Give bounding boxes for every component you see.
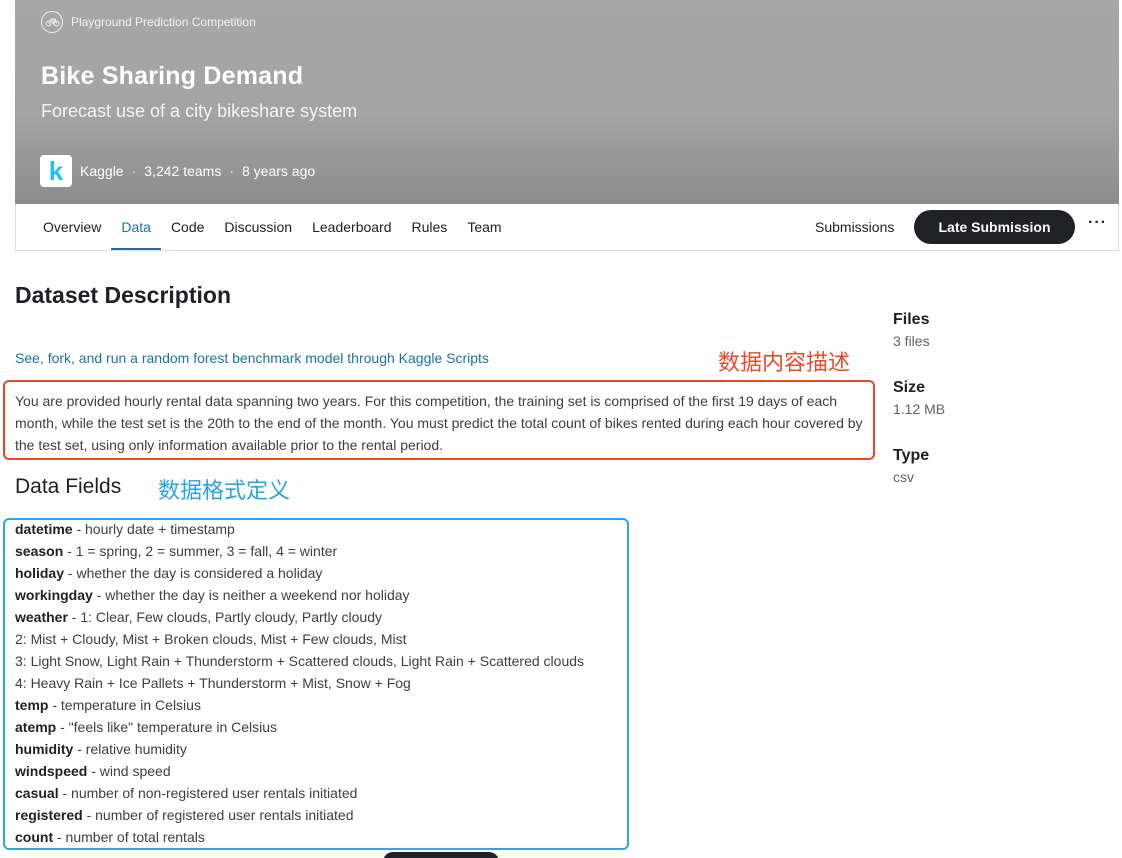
field-name: season [15,543,64,559]
field-description: - 1 = spring, 2 = summer, 3 = fall, 4 = … [63,543,338,559]
tab-list: Overview Data Code Discussion Leaderboar… [33,204,512,250]
host-name[interactable]: Kaggle [80,163,124,179]
submissions-link[interactable]: Submissions [815,219,894,235]
field-description: 3: Light Snow, Light Rain + Thunderstorm… [15,653,585,669]
competition-subtitle: Forecast use of a city bikeshare system [41,101,358,121]
tab-leaderboard[interactable]: Leaderboard [302,204,401,250]
competition-header: Playground Prediction Competition Bike S… [15,0,1119,204]
tab-team[interactable]: Team [457,204,511,250]
size-label: Size [893,379,926,396]
field-name: windspeed [15,763,88,779]
field-name: atemp [15,719,57,735]
field-description: - number of non-registered user rentals … [58,785,358,801]
data-field-item: season - 1 = spring, 2 = summer, 3 = fal… [15,540,584,562]
tab-rules[interactable]: Rules [402,204,458,250]
host-info: k Kaggle · 3,242 teams · 8 years ago [40,155,315,187]
data-field-item: windspeed - wind speed [15,760,584,782]
size-info: Size 1.12 MB [893,379,945,417]
field-name: registered [15,807,83,823]
competition-type-label: Playground Prediction Competition [71,15,256,29]
data-field-item: temp - temperature in Celsius [15,694,584,716]
field-name: count [15,829,54,845]
field-description: - hourly date + timestamp [72,521,235,537]
dataset-description-heading: Dataset Description [15,282,232,308]
field-name: weather [15,609,68,625]
more-options-icon[interactable]: ··· [1088,214,1107,232]
tab-discussion[interactable]: Discussion [214,204,302,250]
data-field-item: casual - number of non-registered user r… [15,782,584,804]
data-field-item: 2: Mist + Cloudy, Mist + Broken clouds, … [15,628,584,650]
tab-overview[interactable]: Overview [33,204,111,250]
competition-type: Playground Prediction Competition [41,11,256,33]
type-value: csv [893,469,914,485]
files-info: Files 3 files [893,311,930,349]
files-label: Files [893,311,930,328]
data-field-item: atemp - "feels like" temperature in Cels… [15,716,584,738]
data-field-item: count - number of total rentals [15,826,584,848]
data-field-item: holiday - whether the day is considered … [15,562,584,584]
late-submission-button[interactable]: Late Submission [914,210,1075,244]
annotation-description-label: 数据内容描述 [718,351,851,376]
field-description: 2: Mist + Cloudy, Mist + Broken clouds, … [15,631,407,647]
size-value: 1.12 MB [893,401,946,417]
tab-data[interactable]: Data [111,204,161,250]
competition-age: 8 years ago [242,163,316,179]
field-name: workingday [15,587,93,603]
separator-dot: · [229,163,234,179]
field-description: - number of total rentals [53,829,205,845]
floating-button[interactable] [383,852,499,858]
data-field-item: weather - 1: Clear, Few clouds, Partly c… [15,606,584,628]
field-name: humidity [15,741,74,757]
field-description: - whether the day is neither a weekend n… [92,587,410,603]
type-label: Type [893,447,930,464]
data-field-item: 3: Light Snow, Light Rain + Thunderstorm… [15,650,584,672]
field-name: datetime [15,521,73,537]
field-description: - "feels like" temperature in Celsius [56,719,278,735]
kaggle-scripts-link[interactable]: See, fork, and run a random forest bench… [15,350,489,366]
bike-icon [41,11,63,33]
dataset-description-text: You are provided hourly rental data span… [15,393,863,453]
competition-title: Bike Sharing Demand [41,62,304,90]
kaggle-logo-icon[interactable]: k [40,155,72,187]
data-field-item: registered - number of registered user r… [15,804,584,826]
field-description: 4: Heavy Rain + Ice Pallets + Thundersto… [15,675,411,691]
field-description: - relative humidity [73,741,187,757]
type-info: Type csv [893,447,929,485]
data-field-item: humidity - relative humidity [15,738,584,760]
data-field-item: datetime - hourly date + timestamp [15,518,584,540]
data-fields-heading: Data Fields [15,475,122,498]
field-name: temp [15,697,49,713]
field-name: holiday [15,565,65,581]
field-description: - wind speed [87,763,171,779]
annotation-fields-label: 数据格式定义 [158,479,291,504]
field-name: casual [15,785,59,801]
field-description: - temperature in Celsius [48,697,201,713]
tab-bar: Overview Data Code Discussion Leaderboar… [15,204,1119,251]
data-field-item: 4: Heavy Rain + Ice Pallets + Thundersto… [15,672,584,694]
separator-dot: · [131,163,137,179]
files-value: 3 files [893,333,930,349]
data-field-item: workingday - whether the day is neither … [15,584,584,606]
tab-code[interactable]: Code [161,204,214,250]
field-description: - whether the day is considered a holida… [64,565,323,581]
teams-count[interactable]: 3,242 teams [144,163,221,179]
data-fields-list: datetime - hourly date + timestamp season… [15,518,584,848]
field-description: - number of registered user rentals init… [82,807,354,823]
field-description: - 1: Clear, Few clouds, Partly cloudy, P… [67,609,383,625]
